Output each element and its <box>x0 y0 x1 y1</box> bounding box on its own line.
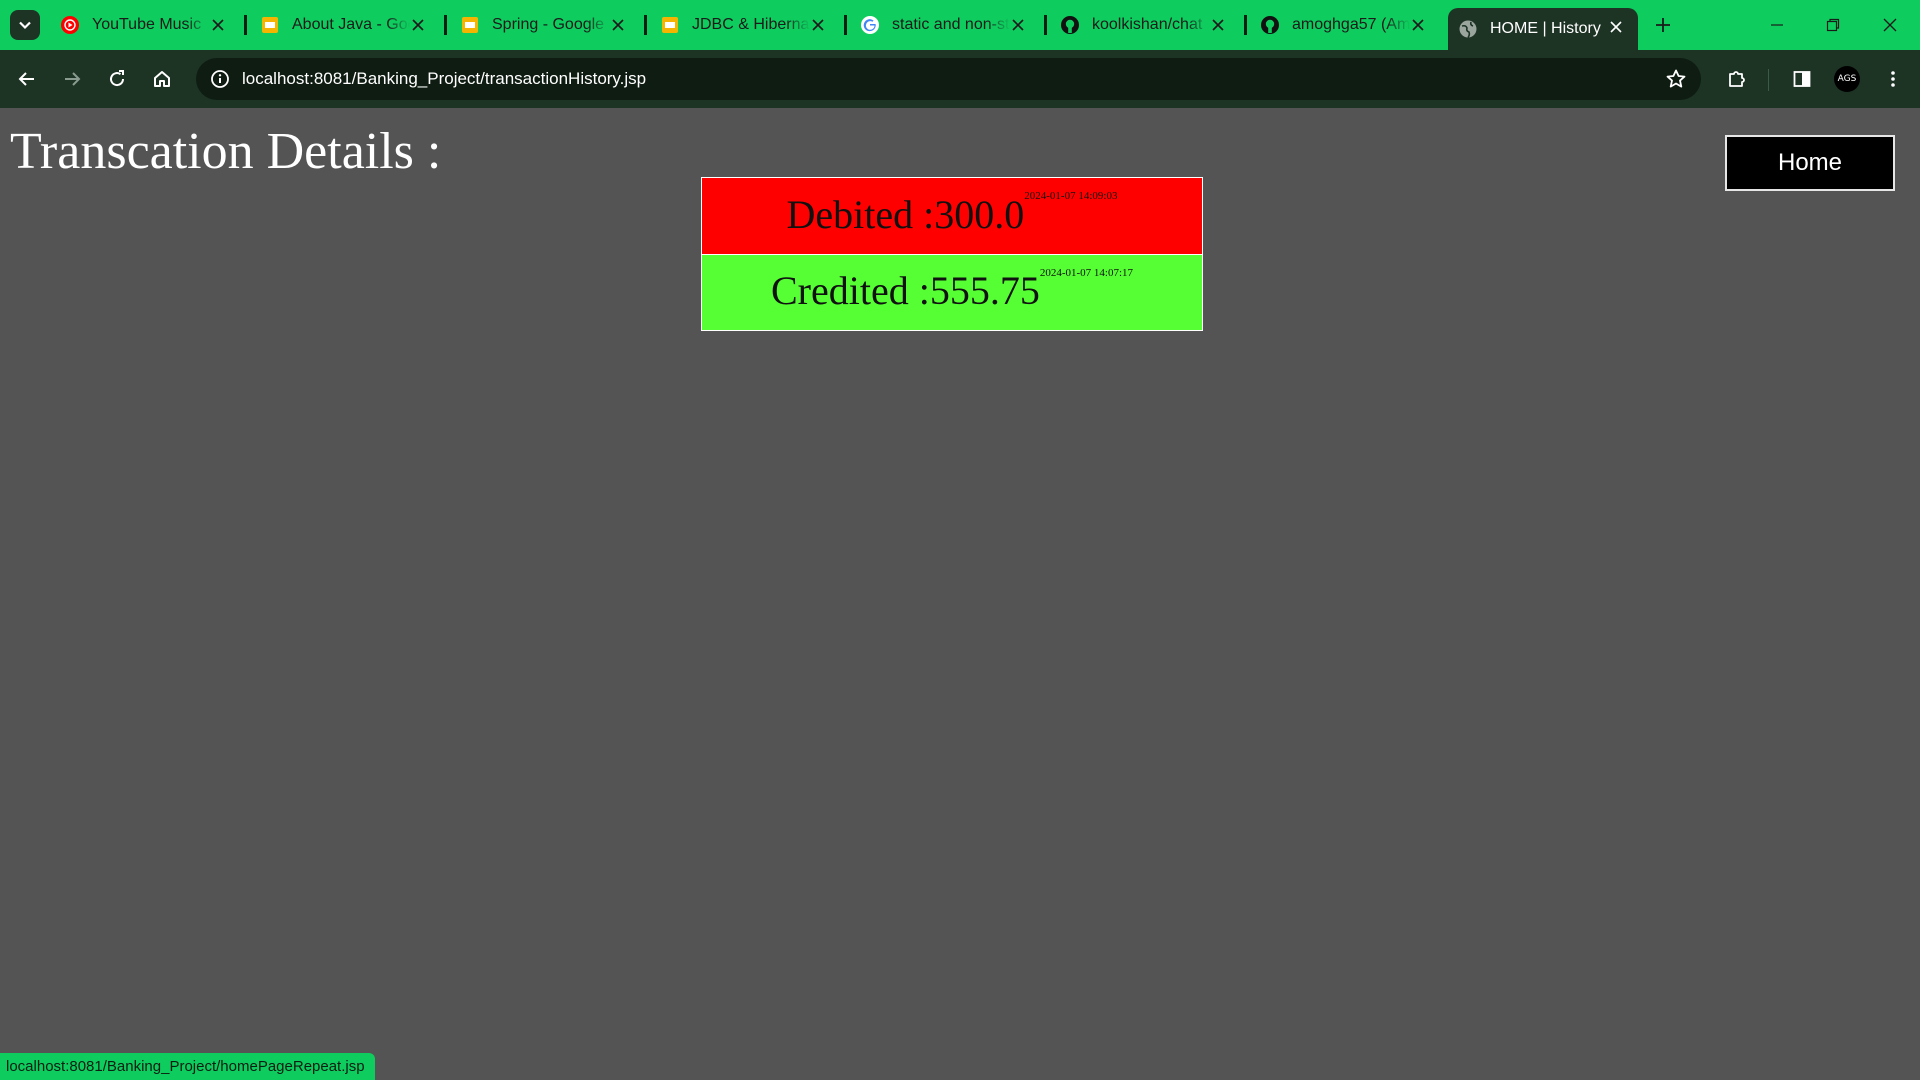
close-tab-icon[interactable] <box>1208 15 1228 35</box>
transaction-timestamp: 2024-01-07 14:09:03 <box>1024 190 1118 202</box>
google-slides-icon <box>660 15 680 35</box>
back-button[interactable] <box>12 64 42 94</box>
browser-tab-strip: YouTube Music About Java - Google Slides… <box>0 0 1920 50</box>
close-window-button[interactable] <box>1875 10 1905 40</box>
reload-button[interactable] <box>102 64 132 94</box>
tab-home-history[interactable]: HOME | History <box>1448 8 1638 50</box>
close-tab-icon[interactable] <box>1606 17 1626 37</box>
minimize-button[interactable] <box>1762 10 1792 40</box>
page-title: Transcation Details : <box>10 123 442 180</box>
browser-menu-button[interactable] <box>1878 64 1908 94</box>
reload-icon <box>110 70 125 87</box>
close-tab-icon[interactable] <box>608 15 628 35</box>
tab-amoghga57[interactable]: amoghga57 (Amogh <box>1250 6 1440 44</box>
arrow-left-icon <box>18 72 34 86</box>
tab-search-button[interactable] <box>10 10 40 40</box>
url-text[interactable]: localhost:8081/Banking_Project/transacti… <box>242 69 646 89</box>
tab-divider <box>444 15 447 35</box>
close-icon <box>1883 18 1897 32</box>
tab-youtube-music[interactable]: YouTube Music <box>50 6 240 44</box>
profile-avatar[interactable]: AGS <box>1834 66 1860 92</box>
transaction-timestamp: 2024-01-07 14:07:17 <box>1039 266 1134 279</box>
bookmark-star-icon[interactable] <box>1665 68 1687 90</box>
plus-icon <box>1656 18 1670 32</box>
transaction-amount: Credited :555.75 <box>770 268 1040 313</box>
transaction-row-credit: Credited :555.75 2024-01-07 14:07:17 <box>702 254 1202 330</box>
transaction-amount: Debited :300.0 <box>786 191 1025 237</box>
forward-button[interactable] <box>57 64 87 94</box>
google-slides-icon <box>260 15 280 35</box>
page-content: Transcation Details : Home Debited :300.… <box>0 108 1920 1080</box>
extensions-button[interactable] <box>1722 64 1752 94</box>
tab-title: JDBC & Hibernate <box>692 16 810 33</box>
tab-divider <box>244 15 247 35</box>
transaction-table: Debited :300.0 2024-01-07 14:09:03 Credit… <box>701 177 1203 331</box>
tab-title: About Java - Google Slides <box>292 16 410 33</box>
address-bar[interactable]: localhost:8081/Banking_Project/transacti… <box>196 58 1701 100</box>
tab-divider <box>644 15 647 35</box>
github-icon <box>1060 15 1080 35</box>
link-status-bubble: localhost:8081/Banking_Project/homePageR… <box>0 1053 375 1080</box>
close-tab-icon[interactable] <box>1408 15 1428 35</box>
minimize-icon <box>1771 24 1783 26</box>
new-tab-button[interactable] <box>1651 13 1675 37</box>
tab-static-non-static[interactable]: static and non-static <box>850 6 1040 44</box>
github-icon <box>1260 15 1280 35</box>
tab-koolkishan-chat[interactable]: koolkishan/chat <box>1050 6 1240 44</box>
toolbar-divider <box>1768 69 1769 91</box>
tab-spring[interactable]: Spring - Google Slides <box>450 6 640 44</box>
youtube-music-icon <box>60 15 80 35</box>
tab-title: amoghga57 (Amogh <box>1292 16 1410 33</box>
google-slides-icon <box>460 15 480 35</box>
tab-title: YouTube Music <box>92 16 202 33</box>
tab-title: koolkishan/chat <box>1092 16 1203 33</box>
google-icon <box>860 15 880 35</box>
side-panel-icon <box>1793 71 1811 87</box>
more-vertical-icon <box>1891 71 1895 87</box>
home-icon <box>154 71 170 87</box>
home-page-button[interactable] <box>147 64 177 94</box>
tab-jdbc-hibernate[interactable]: JDBC & Hibernate <box>650 6 840 44</box>
tab-title: static and non-static <box>892 16 1010 33</box>
puzzle-icon <box>1729 71 1745 87</box>
home-button[interactable]: Home <box>1725 135 1895 191</box>
arrow-right-icon <box>65 72 81 86</box>
tab-about-java[interactable]: About Java - Google Slides <box>250 6 440 44</box>
tab-divider <box>844 15 847 35</box>
tab-title: Spring - Google Slides <box>492 16 610 33</box>
close-tab-icon[interactable] <box>1008 15 1028 35</box>
restore-icon <box>1826 18 1840 32</box>
close-tab-icon[interactable] <box>208 15 228 35</box>
tab-divider <box>1244 15 1247 35</box>
close-tab-icon[interactable] <box>408 15 428 35</box>
browser-toolbar: localhost:8081/Banking_Project/transacti… <box>0 50 1920 108</box>
site-info-icon[interactable] <box>210 69 230 89</box>
globe-icon <box>1458 19 1478 39</box>
close-tab-icon[interactable] <box>808 15 828 35</box>
side-panel-button[interactable] <box>1787 64 1817 94</box>
tab-divider <box>1044 15 1047 35</box>
transaction-row-debit: Debited :300.0 2024-01-07 14:09:03 <box>702 178 1202 254</box>
restore-button[interactable] <box>1818 10 1848 40</box>
chevron-down-icon <box>19 21 31 30</box>
